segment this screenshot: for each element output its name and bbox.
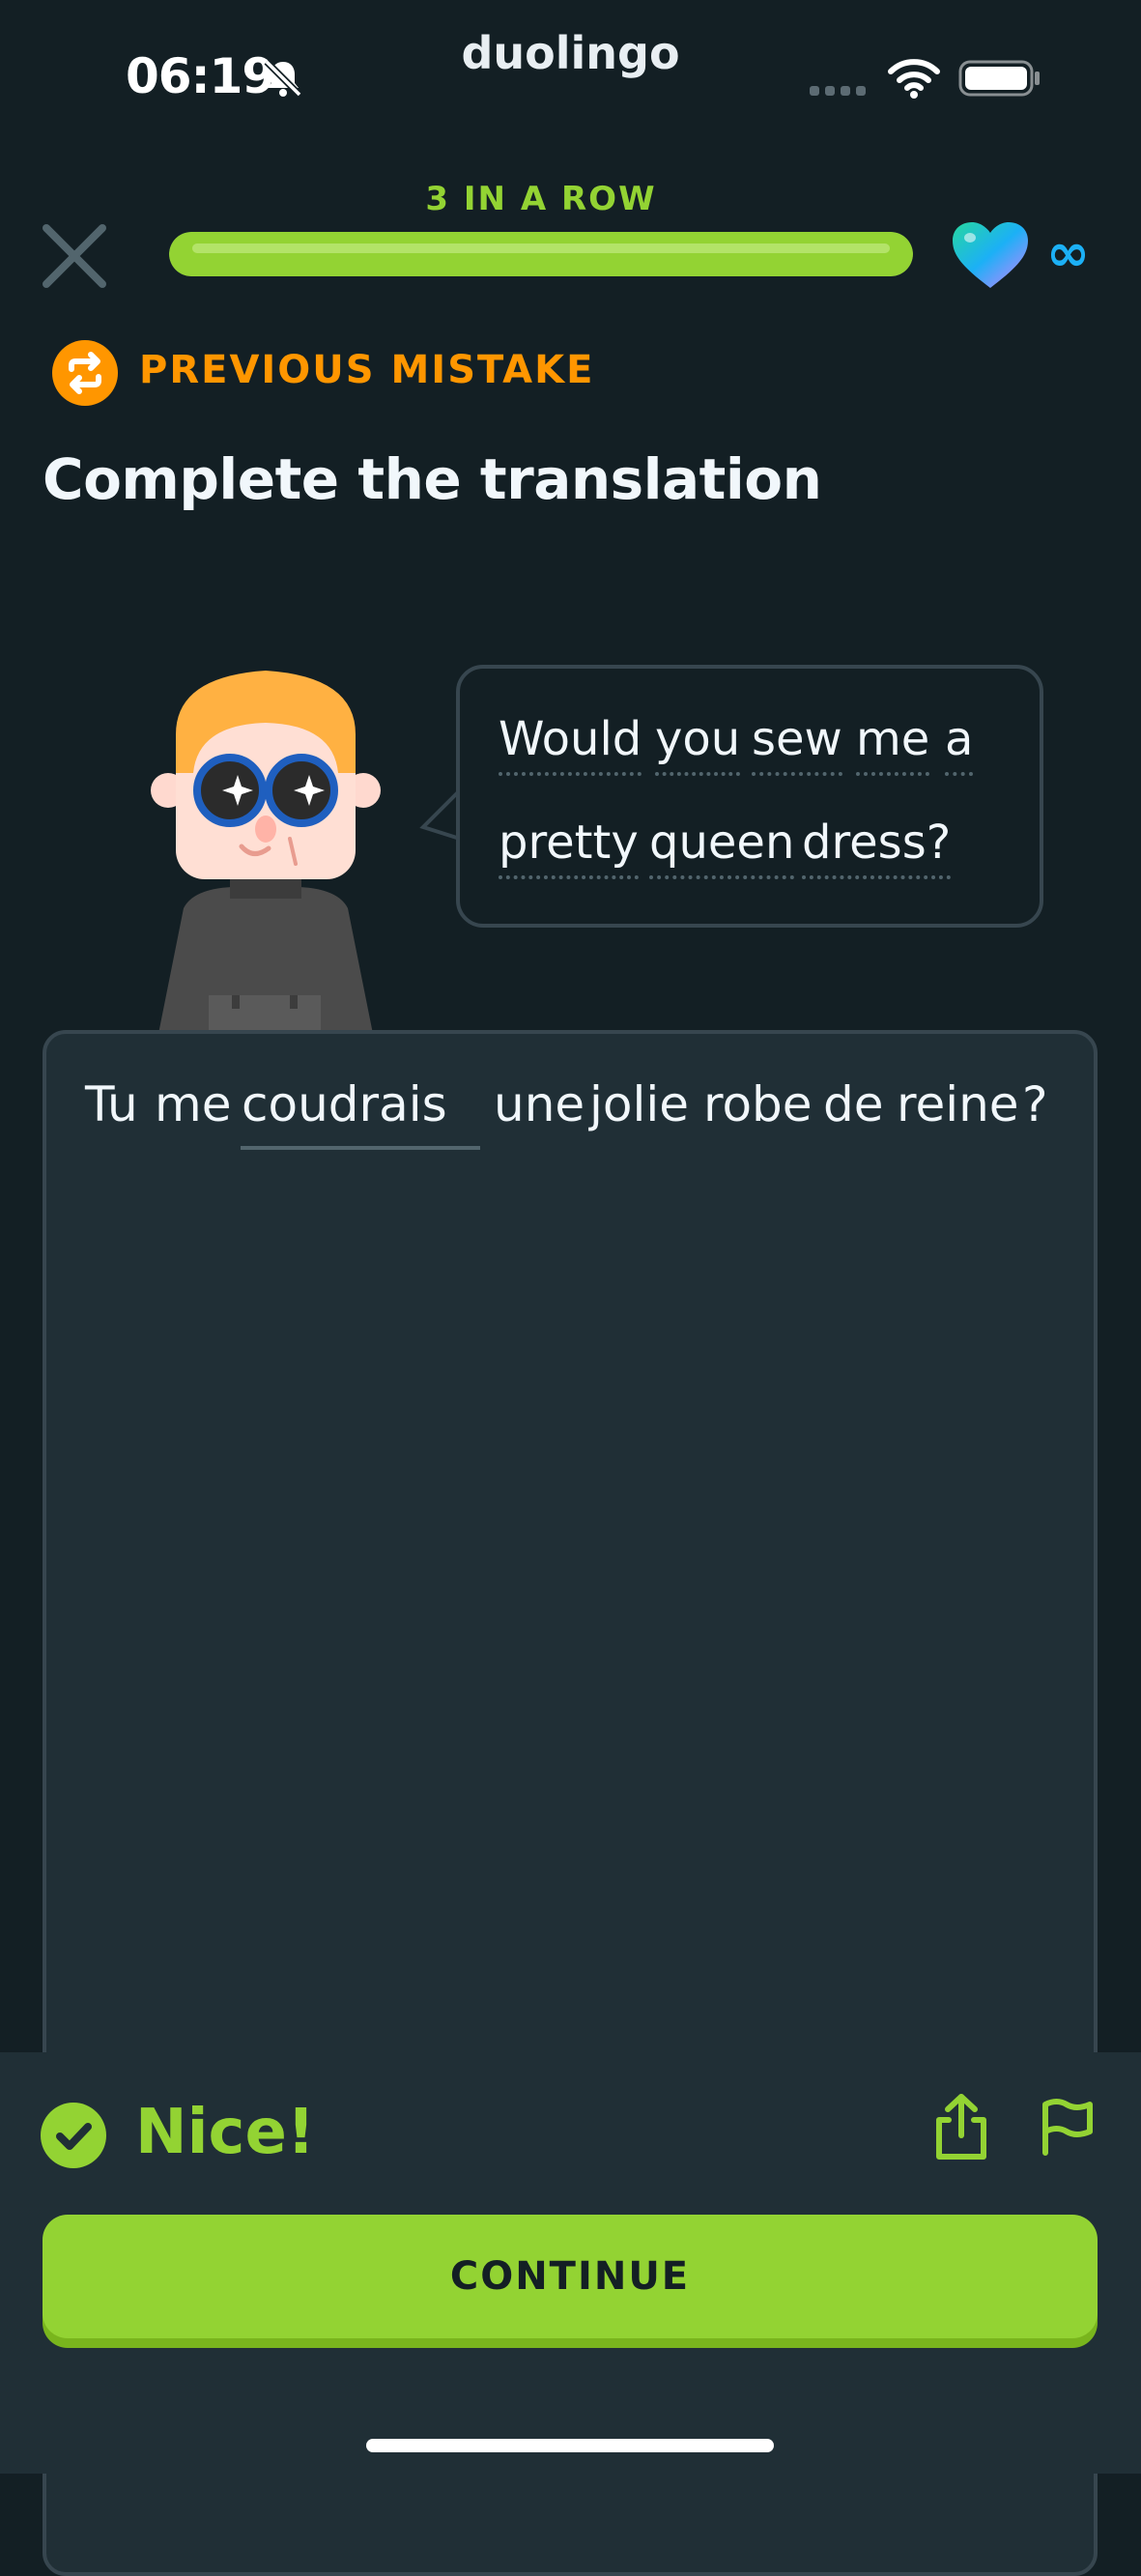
answer-word: robe [703, 1076, 813, 1132]
prompt-word[interactable]: me [856, 716, 930, 776]
heart-icon [953, 222, 1028, 288]
signal-icon [810, 81, 871, 100]
answer-blank-underline [241, 1146, 480, 1150]
character-avatar [151, 671, 381, 1034]
check-circle-icon [41, 2103, 106, 2168]
speech-bubble [456, 665, 1043, 928]
prompt-word[interactable]: a [945, 716, 974, 776]
prompt-word[interactable]: Would [499, 716, 642, 776]
continue-button[interactable]: CONTINUE [43, 2215, 1098, 2338]
battery-icon [958, 60, 1040, 97]
flag-icon[interactable] [1038, 2097, 1098, 2157]
repeat-icon [52, 340, 118, 406]
prompt-word[interactable]: queen [649, 819, 795, 879]
answer-word: jolie [589, 1076, 690, 1132]
continue-button-label: CONTINUE [449, 2254, 691, 2299]
prompt-word[interactable]: you [655, 716, 741, 776]
previous-mistake-label: PREVIOUS MISTAKE [139, 348, 595, 392]
answer-blank-input[interactable]: coudrais [242, 1080, 447, 1129]
home-indicator[interactable] [366, 2439, 774, 2452]
answer-word: de [823, 1076, 884, 1132]
wifi-icon [888, 59, 940, 99]
prompt-word[interactable]: pretty [499, 819, 639, 879]
answer-word: reine [897, 1076, 1019, 1132]
progress-highlight [192, 243, 890, 253]
answer-word: me [155, 1076, 232, 1132]
infinity-icon: ∞ [1046, 222, 1090, 283]
exercise-title: Complete the translation [43, 446, 822, 512]
progress-bar [169, 232, 913, 276]
close-button[interactable] [39, 220, 110, 292]
share-icon[interactable] [931, 2093, 991, 2162]
streak-label: 3 IN A ROW [425, 180, 657, 218]
feedback-message: Nice! [135, 2097, 316, 2168]
prompt-word[interactable]: sew [752, 716, 842, 776]
answer-word: Tu [85, 1076, 138, 1132]
answer-word: ? [1022, 1076, 1048, 1132]
prompt-word[interactable]: dress? [802, 819, 952, 879]
progress-fill [169, 232, 913, 276]
answer-word: une [494, 1076, 585, 1132]
